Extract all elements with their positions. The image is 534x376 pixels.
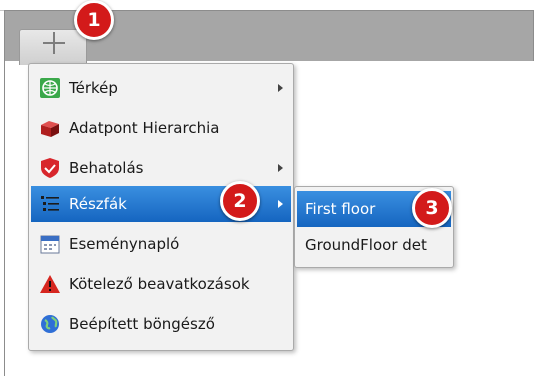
menu-item-label: Adatpont Hierarchia [69,119,220,137]
callout-badge-3: 3 [412,188,452,228]
menu-item-label: Kötelező beavatkozások [69,275,250,293]
menu-item-label: Behatolás [69,159,144,177]
shield-icon [39,157,61,179]
tree-list-icon [39,193,61,215]
callout-badge-2: 2 [220,181,260,221]
warning-triangle-icon [39,273,61,295]
menu-item-label: Eseménynapló [69,235,180,253]
submenu-item-groundfloor-det[interactable]: GroundFloor det [297,227,451,263]
submenu-item-label: GroundFloor det [305,236,427,254]
menu-item-label: Térkép [69,79,118,97]
cube-stack-icon [39,117,61,139]
menu-item-terkep[interactable]: Térkép [31,70,291,106]
menu-item-kotelezo-beavatkozasok[interactable]: Kötelező beavatkozások [31,266,291,302]
menu-item-beepitett-bongeszo[interactable]: Beépített böngésző [31,306,291,342]
submenu-item-label: First floor [305,200,376,218]
menu-item-adatpont-hierarchia[interactable]: Adatpont Hierarchia [31,110,291,146]
callout-badge-1: 1 [74,0,114,40]
submenu-arrow-icon [278,200,283,208]
plus-icon [43,32,65,54]
globe-icon [39,313,61,335]
menu-item-behatolas[interactable]: Behatolás [31,150,291,186]
submenu-arrow-icon [278,84,283,92]
map-globe-icon [39,77,61,99]
calendar-icon [39,233,61,255]
menu-item-label: Részfák [69,195,127,213]
menu-item-label: Beépített böngésző [69,315,215,333]
add-tab-button[interactable] [19,29,87,65]
submenu-arrow-icon [278,164,283,172]
menu-item-esemenynaplo[interactable]: Eseménynapló [31,226,291,262]
